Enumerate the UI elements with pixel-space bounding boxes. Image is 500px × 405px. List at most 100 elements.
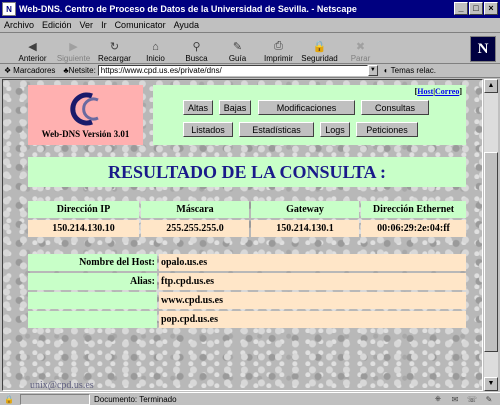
menu-archivo[interactable]: Archivo [4, 20, 34, 30]
search-label: Busca [185, 54, 208, 63]
mail-icon[interactable]: ✉ [448, 394, 462, 405]
forward-arrow-icon: ▶ [69, 41, 78, 53]
forward-button[interactable]: ▶ Siguiente [53, 35, 94, 63]
page-title: RESULTADO DE LA CONSULTA : [107, 161, 387, 182]
host-link[interactable]: Host [417, 87, 433, 96]
bajas-button[interactable]: Bajas [219, 100, 251, 115]
scroll-up-button[interactable]: ▲ [484, 79, 498, 93]
alias-row: www.cpd.us.es [28, 292, 466, 309]
menu-ayuda[interactable]: Ayuda [174, 20, 199, 30]
component-bar: ⎈ ✉ ☏ ✎ [431, 394, 500, 405]
close-button[interactable]: × [484, 2, 498, 15]
network-table: Dirección IP Máscara Gateway Dirección E… [28, 201, 466, 239]
scroll-thumb[interactable] [484, 152, 498, 352]
result-title-band: RESULTADO DE LA CONSULTA : [28, 157, 466, 187]
search-button[interactable]: ⚲ Busca [176, 35, 217, 63]
forward-label: Siguiente [56, 54, 91, 63]
alias-label: Alias: [28, 273, 157, 290]
search-icon: ⚲ [192, 41, 201, 53]
related-label: Temas relac. [390, 66, 436, 75]
url-input[interactable]: https://www.cpd.us.es/private/dns/ [97, 65, 368, 76]
netsite-label: Netsite: [68, 66, 96, 75]
peticiones-button[interactable]: Peticiones [356, 122, 418, 137]
header-ip: Dirección IP [28, 201, 139, 218]
correo-link[interactable]: Correo [435, 87, 459, 96]
alias-label-blank [28, 292, 157, 309]
home-button[interactable]: ⌂ Inicio [135, 35, 176, 64]
url-dropdown-button[interactable]: ▼ [367, 65, 378, 76]
guide-label: Guía [228, 54, 247, 63]
security-lock-icon[interactable]: 🔒 [0, 394, 18, 405]
estadisticas-button[interactable]: Estadísticas [239, 122, 314, 137]
status-bar: 🔒 Documento: Terminado ⎈ ✉ ☏ ✎ [0, 392, 500, 405]
progress-bar [20, 393, 90, 405]
header-gateway: Gateway [251, 201, 359, 218]
menu-edicion[interactable]: Edición [42, 20, 72, 30]
cell-ip: 150.214.130.10 [28, 220, 139, 237]
vertical-scrollbar[interactable]: ▲ ▼ [484, 79, 498, 391]
composer-icon[interactable]: ✎ [482, 394, 496, 405]
altas-button[interactable]: Altas [183, 100, 213, 115]
listados-button[interactable]: Listados [183, 122, 233, 137]
menu-ver[interactable]: Ver [80, 20, 94, 30]
webdns-logo-box: Web-DNS Versión 3.01 [28, 85, 143, 145]
page-content: Web-DNS Versión 3.01 [Host|Correo] Altas… [2, 79, 483, 391]
host-info: Nombre del Host: opalo.us.es Alias: ftp.… [28, 254, 466, 330]
stop-button[interactable]: ✖ Parar [340, 35, 381, 63]
minimize-button[interactable]: _ [454, 2, 468, 15]
logs-button[interactable]: Logs [320, 122, 350, 137]
related-icon: ◐ [383, 66, 389, 75]
bookmark-icon: ❖ [4, 66, 12, 75]
header-mask: Máscara [141, 201, 249, 218]
maximize-button[interactable]: □ [469, 2, 483, 15]
logo-version-text: Web-DNS Versión 3.01 [41, 129, 130, 139]
home-label: Inicio [146, 54, 165, 63]
location-bar: ❖ Marcadores ♣ Netsite: https://www.cpd.u… [0, 64, 500, 78]
back-button[interactable]: ◀ Anterior [12, 35, 53, 63]
stop-icon: ✖ [355, 41, 366, 53]
navigation-toolbar: ◀ Anterior ▶ Siguiente ↻ Recargar ⌂ Inicio ⚲… [0, 34, 500, 64]
header-ethernet: Dirección Ethernet [361, 201, 466, 218]
discussion-icon[interactable]: ☏ [465, 394, 479, 405]
navigator-icon[interactable]: ⎈ [431, 394, 445, 405]
alias-label-blank [28, 311, 157, 328]
cell-mask: 255.255.255.0 [141, 220, 249, 237]
back-arrow-icon: ◀ [28, 41, 37, 53]
menu-ir[interactable]: Ir [101, 20, 107, 30]
scroll-down-button[interactable]: ▼ [484, 377, 498, 391]
alias-value: pop.cpd.us.es [159, 311, 466, 328]
alias-value: ftp.cpd.us.es [159, 273, 466, 290]
bookmarks-label: Marcadores [13, 66, 56, 75]
security-icon: 🔒 [312, 41, 327, 53]
reload-icon: ↻ [109, 41, 120, 53]
table-row: 150.214.130.10 255.255.255.0 150.214.130… [28, 220, 466, 237]
menu-bar: Archivo Edición Ver Ir Comunicator Ayuda [0, 18, 500, 33]
alias-value: www.cpd.us.es [159, 292, 466, 309]
bookmarks-button[interactable]: ❖ Marcadores [4, 66, 55, 75]
consultas-button[interactable]: Consultas [361, 100, 429, 115]
window-controls: _ □ × [454, 2, 498, 15]
window-title: Web-DNS. Centro de Proceso de Datos de l… [19, 4, 357, 14]
cell-ethernet: 00:06:29:2e:04:ff [361, 220, 466, 237]
menu-communicator[interactable]: Comunicator [115, 20, 166, 30]
related-topics-button[interactable]: ◐ Temas relac. [384, 66, 436, 75]
netscape-throbber-logo[interactable]: N [470, 36, 496, 62]
window-titlebar: N Web-DNS. Centro de Proceso de Datos de… [0, 0, 500, 18]
host-name-row: Nombre del Host: opalo.us.es [28, 254, 466, 271]
guide-button[interactable]: ✎ Guía [217, 35, 258, 63]
host-name-value: opalo.us.es [159, 254, 466, 271]
reload-label: Recargar [98, 54, 131, 63]
host-correo-links: [Host|Correo] [414, 87, 462, 96]
print-button[interactable]: ⎙ Imprimir [258, 35, 299, 63]
reload-button[interactable]: ↻ Recargar [94, 35, 135, 63]
security-button[interactable]: 🔒 Seguridad [299, 35, 340, 63]
alias-row: Alias: ftp.cpd.us.es [28, 273, 466, 290]
webdns-logo-icon [70, 92, 99, 126]
cell-gateway: 150.214.130.1 [251, 220, 359, 237]
home-icon: ⌂ [152, 40, 159, 53]
footer-email-link[interactable]: unix@cpd.us.es [30, 380, 94, 390]
netscape-app-icon[interactable]: N [2, 2, 16, 16]
guide-icon: ✎ [232, 41, 243, 53]
modificaciones-button[interactable]: Modificaciones [258, 100, 355, 115]
host-name-label: Nombre del Host: [28, 254, 157, 271]
